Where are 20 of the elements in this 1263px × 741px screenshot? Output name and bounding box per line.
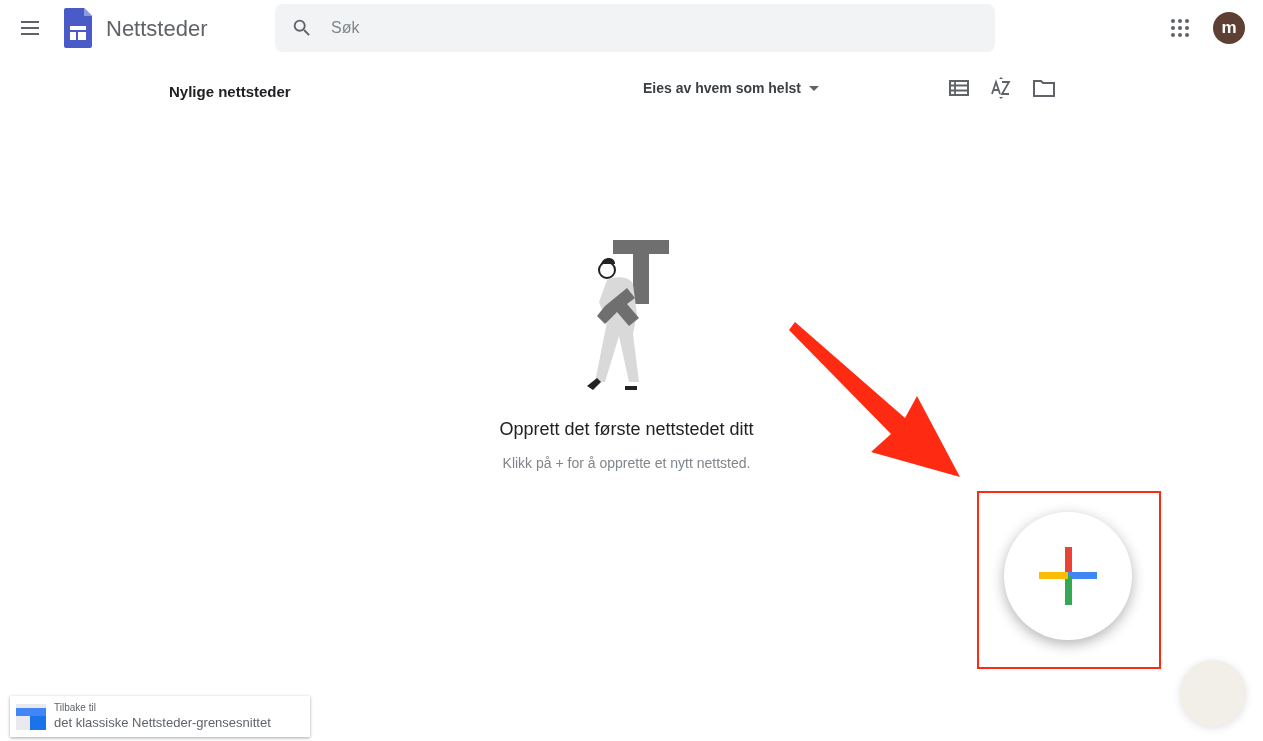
list-view-icon[interactable] [949, 80, 969, 96]
empty-state-subtitle: Klikk på + for å opprette et nytt nettsted. [502, 454, 751, 473]
search-icon [291, 17, 313, 39]
user-avatar[interactable]: m [1213, 12, 1245, 44]
section-title: Nylige nettsteder [169, 81, 291, 102]
classic-sites-icon [16, 703, 46, 730]
app-title: Nettsteder [106, 14, 209, 43]
sites-logo-icon [64, 8, 92, 48]
create-site-button[interactable] [1004, 512, 1132, 640]
folder-icon[interactable] [1033, 79, 1055, 97]
link-label: det klassiske Nettsteder-grensesnittet [54, 714, 271, 731]
link-caption: Tilbake til [54, 702, 96, 715]
sort-az-icon[interactable] [991, 77, 1011, 99]
plus-icon [1039, 547, 1097, 605]
caret-icon [809, 85, 819, 91]
apps-grid-icon[interactable] [1171, 19, 1189, 37]
search-field[interactable]: Søk [275, 4, 995, 52]
empty-state-title: Opprett det første nettstedet ditt [499, 418, 754, 441]
classic-sites-link[interactable]: Tilbake til det klassiske Nettsteder-grensesnittet [10, 696, 310, 737]
owner-filter-dropdown[interactable]: Eies av hvem som helst [643, 77, 819, 99]
